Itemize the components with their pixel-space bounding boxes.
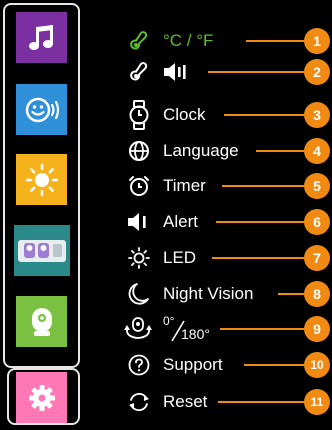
callout-line <box>278 293 304 295</box>
badge-6: 6 <box>304 209 330 235</box>
watch-icon <box>126 98 152 132</box>
menu-item-rotation[interactable]: 0° 180° 9 <box>0 312 332 346</box>
rotation-value: 0° 180° <box>163 312 223 346</box>
callout-line <box>216 221 304 223</box>
speaker-volume-icon <box>163 62 193 82</box>
camera-rotate-icon <box>123 312 153 346</box>
menu-item-clock[interactable]: Clock 3 <box>0 98 332 132</box>
thermometer-outline-icon <box>126 55 152 89</box>
sun-outline-icon <box>126 241 152 275</box>
alarm-clock-icon <box>126 169 152 203</box>
menu-item-led[interactable]: LED 7 <box>0 241 332 275</box>
menu-item-timer[interactable]: Timer 5 <box>0 169 332 203</box>
badge-11: 11 <box>304 389 330 415</box>
callout-line <box>246 40 304 42</box>
globe-icon <box>126 134 152 168</box>
moon-icon <box>126 277 152 311</box>
callout-line <box>224 114 304 116</box>
badge-8: 8 <box>304 281 330 307</box>
badge-9: 9 <box>304 316 330 342</box>
support-label: Support <box>163 355 223 374</box>
menu-item-reset[interactable]: Reset 11 <box>0 385 332 419</box>
callout-line <box>208 71 304 73</box>
badge-1: 1 <box>304 28 330 54</box>
badge-2: 2 <box>304 59 330 85</box>
callout-line <box>244 364 304 366</box>
badge-7: 7 <box>304 245 330 271</box>
units-label: °C / °F <box>163 31 214 50</box>
night-vision-label: Night Vision <box>163 284 254 303</box>
menu-item-alert[interactable]: Alert 6 <box>0 205 332 239</box>
badge-4: 4 <box>304 138 330 164</box>
callout-line <box>218 401 304 403</box>
callout-line <box>212 257 304 259</box>
badge-5: 5 <box>304 173 330 199</box>
menu-item-volume[interactable]: 2 <box>0 55 332 89</box>
led-label: LED <box>163 248 197 267</box>
badge-3: 3 <box>304 102 330 128</box>
callout-line <box>222 185 304 187</box>
rotation-to: 180° <box>181 326 210 342</box>
menu-item-units[interactable]: °C / °F 1 <box>0 24 332 58</box>
badge-10: 10 <box>304 352 330 378</box>
thermometer-icon <box>126 24 152 58</box>
callout-line <box>256 150 304 152</box>
menu-item-language[interactable]: Language 4 <box>0 134 332 168</box>
callout-line <box>220 328 304 330</box>
timer-label: Timer <box>163 176 206 195</box>
reset-icon <box>126 385 152 419</box>
reset-label: Reset <box>163 392 208 411</box>
menu-item-night-vision[interactable]: Night Vision 8 <box>0 277 332 311</box>
menu-item-support[interactable]: Support 10 <box>0 348 332 382</box>
clock-label: Clock <box>163 105 206 124</box>
language-label: Language <box>163 141 239 160</box>
question-icon <box>126 348 152 382</box>
speaker-icon <box>126 205 152 239</box>
alert-label: Alert <box>163 212 198 231</box>
